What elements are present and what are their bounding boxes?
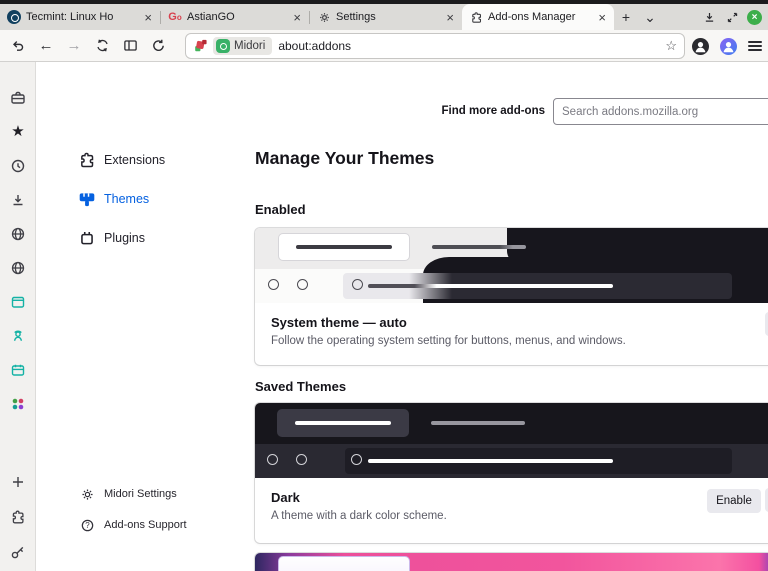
section-heading-saved-themes: Saved Themes — [255, 379, 347, 394]
site-identity-badge[interactable]: Midori — [213, 37, 273, 55]
tab-close-icon[interactable]: × — [597, 10, 607, 25]
svg-text:?: ? — [85, 521, 90, 530]
tab-title: AstianGO — [187, 11, 235, 23]
theme-preview-alpenglow — [255, 553, 768, 571]
find-more-addons-label: Find more add-ons — [441, 105, 546, 117]
theme-description: Follow the operating system setting for … — [271, 335, 626, 347]
theme-title: System theme — auto — [271, 315, 407, 330]
add-plus-icon[interactable] — [10, 474, 26, 490]
sidebar-item-addons-support[interactable]: ? Add-ons Support — [80, 517, 187, 533]
list-tabs-chevron-icon[interactable]: ⌄ — [638, 4, 662, 30]
new-tab-button[interactable]: + — [614, 4, 638, 30]
sidebar-item-midori-settings[interactable]: Midori Settings — [80, 486, 177, 502]
theme-card-system-auto: System theme — auto Follow the operating… — [255, 228, 768, 365]
forward-arrow-icon[interactable]: → — [60, 33, 88, 59]
gear-icon — [317, 10, 331, 24]
sidebar-item-label: Extensions — [104, 153, 166, 167]
downloads-icon[interactable] — [10, 192, 26, 208]
back-arrow-icon[interactable]: ← — [32, 33, 60, 59]
reload-icon[interactable] — [144, 33, 172, 59]
puzzle-icon — [78, 151, 96, 169]
navigation-toolbar: ← → Midori about:addons ☆ — [0, 30, 768, 62]
left-icon-strip: ★ — [0, 62, 36, 571]
url-bar[interactable]: Midori about:addons ☆ — [185, 33, 685, 59]
tab-close-icon[interactable]: × — [292, 10, 302, 25]
tab-title: Settings — [336, 11, 376, 23]
contact-person-icon[interactable] — [10, 328, 26, 344]
undo-icon[interactable] — [4, 33, 32, 59]
tab-tecmint[interactable]: Tecmint: Linux Ho × — [0, 4, 160, 30]
tab-close-icon[interactable]: × — [445, 10, 455, 25]
url-text[interactable]: about:addons — [278, 39, 659, 53]
sidebar-item-extensions[interactable]: Extensions — [78, 150, 165, 170]
tab-settings[interactable]: Settings × — [310, 4, 462, 30]
globe-icon[interactable] — [10, 226, 26, 242]
theme-preview-system-auto — [255, 228, 768, 303]
extensions-puzzle-icon[interactable] — [10, 509, 26, 525]
profile-icon[interactable] — [692, 37, 709, 55]
tab-title: Tecmint: Linux Ho — [26, 11, 139, 23]
help-icon: ? — [80, 518, 95, 533]
search-addons-input[interactable] — [553, 98, 768, 125]
apps-grid-dots-icon[interactable] — [10, 396, 26, 412]
sidebar-panel-icon[interactable] — [116, 33, 144, 59]
sidebar-footer-label: Midori Settings — [104, 488, 177, 500]
page-title: Manage Your Themes — [255, 148, 435, 168]
site-name: Midori — [234, 40, 266, 52]
download-icon[interactable] — [701, 9, 717, 25]
tab-title: Add-ons Manager — [488, 11, 576, 23]
bookmark-star-icon[interactable]: ☆ — [665, 38, 677, 54]
sidebar-footer-label: Add-ons Support — [104, 519, 187, 531]
enable-theme-button[interactable]: Enable — [707, 489, 761, 513]
sidebar-item-themes[interactable]: Themes — [78, 189, 149, 209]
tab-addons-manager[interactable]: Add-ons Manager × — [462, 4, 614, 30]
history-clock-icon[interactable] — [10, 158, 26, 174]
tecmint-favicon-icon — [7, 10, 21, 24]
calendar-icon[interactable] — [10, 362, 26, 378]
tab-astiango[interactable]: Go AstianGO × — [161, 4, 309, 30]
astiango-favicon-icon: Go — [168, 11, 182, 23]
expand-icon[interactable] — [724, 9, 740, 25]
addons-manager-page: Extensions Themes Plugins Midori Setting… — [36, 62, 768, 571]
menu-hamburger-icon[interactable] — [748, 41, 762, 51]
sidebar-item-label: Themes — [104, 192, 150, 206]
extension-badge-icon[interactable] — [193, 39, 207, 53]
tab-bar: Tecmint: Linux Ho × Go AstianGO × Settin… — [0, 4, 768, 30]
paintbrush-icon — [78, 190, 96, 208]
key-icon[interactable] — [10, 544, 26, 560]
toolbar-right-buttons — [692, 33, 762, 59]
theme-card-dark: Dark A theme with a dark color scheme. E… — [255, 403, 768, 543]
briefcase-icon[interactable] — [10, 90, 26, 106]
window-app-icon[interactable] — [10, 294, 26, 310]
theme-title: Dark — [271, 490, 300, 505]
theme-card-alpenglow — [255, 553, 768, 571]
midori-logo-icon — [216, 39, 230, 53]
close-window-icon[interactable]: × — [747, 9, 762, 25]
sidebar-item-plugins[interactable]: Plugins — [78, 228, 145, 248]
tab-close-icon[interactable]: × — [143, 10, 153, 25]
bookmarks-star-icon[interactable]: ★ — [10, 124, 26, 140]
theme-preview-dark — [255, 403, 768, 478]
account-icon[interactable] — [720, 37, 737, 55]
theme-description: A theme with a dark color scheme. — [271, 510, 447, 522]
sync-icon[interactable] — [88, 33, 116, 59]
sidebar-item-label: Plugins — [104, 231, 145, 245]
gear-icon — [80, 487, 95, 502]
section-heading-enabled: Enabled — [255, 202, 306, 217]
window-controls: × — [701, 4, 768, 30]
plug-icon — [78, 229, 96, 247]
globe-icon-2[interactable] — [10, 260, 26, 276]
puzzle-icon — [469, 10, 483, 24]
